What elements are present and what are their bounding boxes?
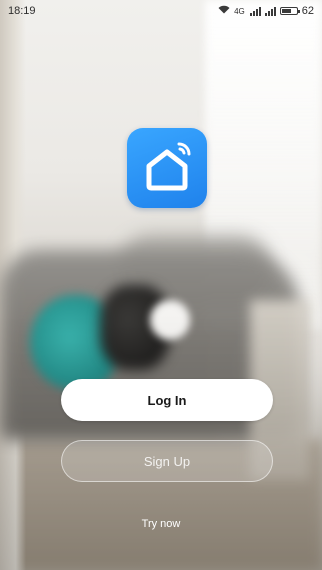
status-time: 18:19 xyxy=(8,5,36,17)
status-bar: 18:19 4G 62 xyxy=(0,0,322,22)
house-icon xyxy=(146,142,191,191)
login-button[interactable]: Log In xyxy=(61,379,273,421)
cell-signal-icon xyxy=(264,6,276,16)
battery-percent: 62 xyxy=(301,5,314,17)
wifi-icon xyxy=(218,5,230,17)
status-indicators: 4G 62 xyxy=(218,5,314,17)
battery-icon xyxy=(279,7,300,15)
app-logo xyxy=(127,128,207,208)
signup-button[interactable]: Sign Up xyxy=(61,440,273,482)
cell-signal-icon xyxy=(249,6,261,16)
background-vignette xyxy=(0,0,322,570)
welcome-screen: 18:19 4G 62 Log In Sign Up Try now xyxy=(0,0,322,570)
battery-fill xyxy=(281,9,291,13)
network-type-label: 4G xyxy=(234,6,245,16)
try-now-link[interactable]: Try now xyxy=(0,518,322,530)
